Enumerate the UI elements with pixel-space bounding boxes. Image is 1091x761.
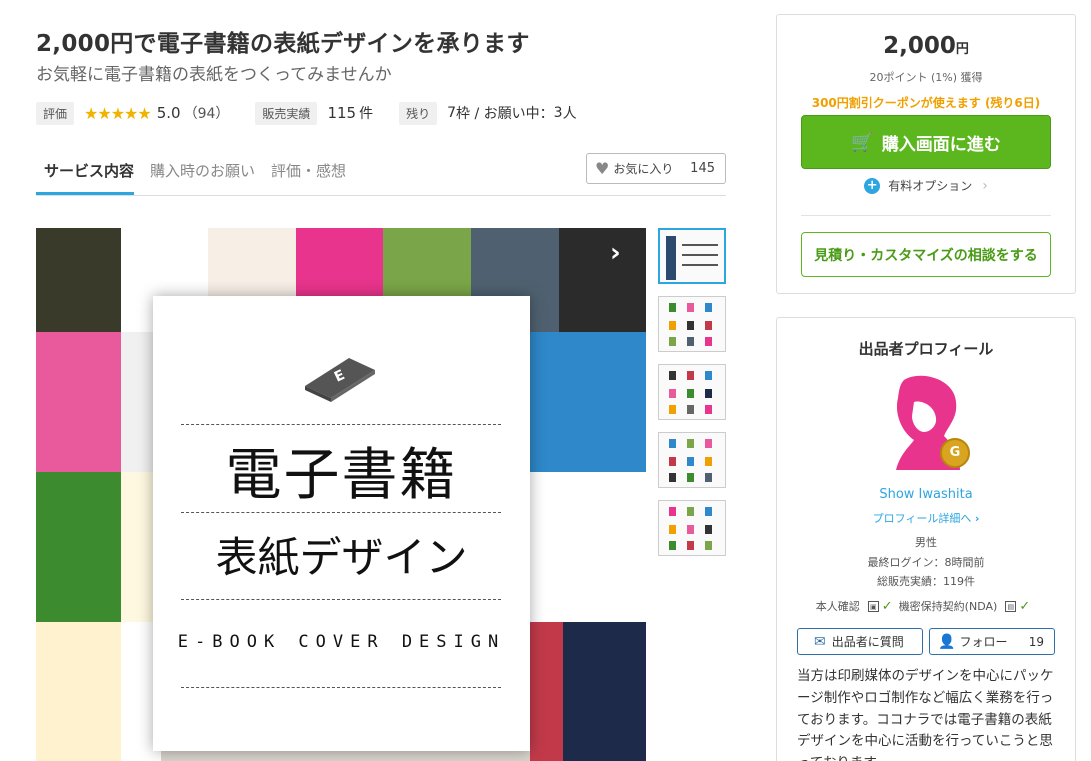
heart-icon: ♥ <box>595 159 610 178</box>
divider <box>801 215 1051 216</box>
remaining-tag: 残り <box>399 101 438 125</box>
seller-total-sales: 総販売実績：119件 <box>877 575 975 588</box>
seller-gender: 男性 <box>915 536 937 549</box>
purchase-panel: 2,000円 20ポイント (1%) 獲得 300円割引クーポンが使えます (残… <box>776 14 1076 294</box>
ask-seller-label: 出品者に質問 <box>831 635 904 649</box>
remaining-text: 枠 / お願い中： <box>456 106 554 122</box>
requesting-value: 3 <box>553 105 563 121</box>
cover-english-title: E-BOOK COVER DESIGN <box>177 632 506 652</box>
profile-heading: 出品者プロフィール <box>858 340 994 358</box>
seller-profile-panel: 出品者プロフィール G Show Iwashita プロフィール詳細へ › 男性… <box>776 317 1076 761</box>
divider-line <box>181 512 501 513</box>
cover-thumbnail <box>530 472 646 622</box>
coupon-notice[interactable]: 300円割引クーポンが使えます (残り6日) <box>777 94 1075 111</box>
thumbnail-5[interactable] <box>658 500 726 556</box>
paid-option-link[interactable]: + 有料オプション › <box>777 177 1075 194</box>
page-title: 2,000円で電子書籍の表紙デザインを承ります <box>36 31 530 57</box>
paid-option-label: 有料オプション <box>888 179 973 193</box>
price-value: 2,000 <box>883 33 956 59</box>
service-image-gallery[interactable]: › E 電子書籍 表紙デザイン E-BOOK COVER DESIGN <box>36 228 646 761</box>
price-currency: 円 <box>955 42 969 57</box>
favorite-button[interactable]: ♥ お気に入り 145 <box>586 153 726 184</box>
cover-subtitle: 表紙デザイン <box>215 533 468 582</box>
identity-label: 本人確認 <box>815 600 860 613</box>
book-icon: E <box>305 358 375 402</box>
follow-label: フォロー <box>959 635 1008 649</box>
next-image-chevron-icon[interactable]: › <box>610 238 621 268</box>
favorite-label: お気に入り <box>613 162 674 176</box>
cover-thumbnail <box>563 622 646 761</box>
stats-row: 評価 ★★★★★ 5.0 （94） 販売実績 115 件 残り 7 枠 / お願… <box>36 101 577 125</box>
check-icon: ✓ <box>1019 598 1031 614</box>
sales-tag: 販売実績 <box>255 101 318 125</box>
id-card-icon: ▣ <box>867 600 879 612</box>
chevron-right-icon: › <box>982 177 988 194</box>
points-info: 20ポイント (1%) 獲得 <box>869 71 983 84</box>
active-tab-indicator <box>36 192 134 195</box>
price: 2,000円 <box>777 33 1075 59</box>
divider-line <box>181 599 501 600</box>
seller-name[interactable]: Show Iwashita <box>777 487 1075 502</box>
divider-line <box>181 687 501 688</box>
cover-thumbnail <box>559 228 646 332</box>
divider-line <box>181 424 501 425</box>
sales-value: 115 <box>327 104 357 122</box>
sales-unit: 件 <box>359 106 374 122</box>
document-icon: ▤ <box>1005 600 1017 612</box>
seller-last-login: 最終ログイン：8時間前 <box>867 556 985 569</box>
review-count[interactable]: （94） <box>184 103 230 123</box>
favorite-count: 145 <box>690 161 715 176</box>
buy-button[interactable]: 🛒 購入画面に進む <box>801 115 1051 169</box>
gold-rank-badge-icon: G <box>940 438 970 468</box>
tab-service-content[interactable]: サービス内容 <box>44 160 134 181</box>
badge-letter: G <box>949 445 961 460</box>
chevron-right-icon: › <box>974 512 980 525</box>
seller-bio: 当方は印刷媒体のデザインを中心にパッケージ制作やロゴ制作など幅広く業務を行ってお… <box>797 668 1054 761</box>
profile-detail-label: プロフィール詳細へ <box>872 512 972 525</box>
cover-title: 電子書籍 <box>225 443 458 508</box>
rating-value: 5.0 <box>156 104 181 122</box>
cover-thumbnail <box>36 332 121 472</box>
cart-icon: 🛒 <box>851 131 874 153</box>
nda-label: 機密保持契約(NDA) <box>898 600 998 613</box>
buy-button-label: 購入画面に進む <box>881 134 1001 155</box>
plus-circle-icon: + <box>864 177 881 194</box>
tab-purchase-request[interactable]: 購入時のお願い <box>150 160 255 181</box>
follow-button[interactable]: 👤 フォロー 19 <box>929 628 1055 655</box>
star-rating-icon: ★★★★★ <box>84 103 152 123</box>
follow-count: 19 <box>1028 634 1044 649</box>
envelope-icon: ✉ <box>814 633 826 650</box>
cover-thumbnail <box>36 622 121 761</box>
ask-seller-button[interactable]: ✉ 出品者に質問 <box>797 628 923 655</box>
cover-thumbnail <box>36 472 121 622</box>
rating-tag: 評価 <box>36 101 75 125</box>
seller-avatar[interactable]: G <box>890 374 970 470</box>
thumbnail-2[interactable] <box>658 296 726 352</box>
consult-button[interactable]: 見積り・カスタマイズの相談をする <box>801 232 1051 277</box>
profile-detail-link[interactable]: プロフィール詳細へ › <box>777 510 1075 526</box>
service-tabs: サービス内容 購入時のお願い 評価・感想 ♥ お気に入り 145 <box>36 150 726 196</box>
check-icon: ✓ <box>881 598 893 614</box>
cover-thumbnail <box>36 228 121 332</box>
tab-reviews[interactable]: 評価・感想 <box>271 160 346 181</box>
cover-thumbnail <box>530 332 646 472</box>
verification-row: 本人確認 ▣ ✓ 機密保持契約(NDA) ▤ ✓ <box>777 598 1075 614</box>
requesting-unit: 人 <box>562 106 577 122</box>
thumbnail-4[interactable] <box>658 432 726 488</box>
featured-cover-image: E 電子書籍 表紙デザイン E-BOOK COVER DESIGN <box>153 296 530 751</box>
thumbnail-1[interactable] <box>658 228 726 284</box>
page-subtitle: お気軽に電子書籍の表紙をつくってみませんか <box>36 65 392 85</box>
remaining-value: 7 <box>447 105 457 121</box>
add-user-icon: 👤 <box>938 633 956 650</box>
thumbnail-3[interactable] <box>658 364 726 420</box>
